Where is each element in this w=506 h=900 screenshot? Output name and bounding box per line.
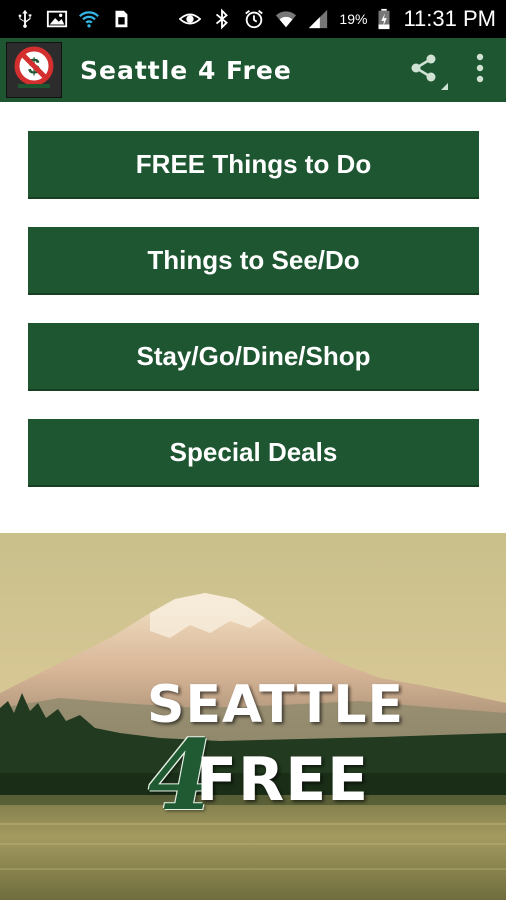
eye-icon bbox=[179, 8, 202, 30]
special-deals-button[interactable]: Special Deals bbox=[28, 419, 479, 487]
status-bar-right: 19% 11:31 PM bbox=[179, 6, 496, 32]
no-dollar-logo-icon: $ bbox=[12, 46, 56, 95]
share-dropdown-indicator bbox=[441, 83, 448, 90]
status-bar-left bbox=[14, 8, 132, 30]
main-menu: FREE Things to Do Things to See/Do Stay/… bbox=[28, 131, 479, 515]
wifi-sync-icon bbox=[78, 8, 100, 30]
wifi-icon bbox=[275, 8, 297, 30]
battery-charging-icon bbox=[377, 8, 391, 30]
share-icon bbox=[408, 52, 440, 89]
app-title: Seattle 4 Free bbox=[80, 55, 292, 85]
overflow-menu-icon bbox=[476, 53, 484, 88]
usb-icon bbox=[14, 8, 36, 30]
banner-free-text: FREE bbox=[196, 745, 370, 815]
banner-logo-text: SEATTLE 4 FREE bbox=[0, 533, 506, 900]
app-bar-actions bbox=[394, 38, 506, 102]
status-bar: 19% 11:31 PM bbox=[0, 0, 506, 38]
signal-icon bbox=[307, 8, 329, 30]
overflow-menu-button[interactable] bbox=[454, 38, 506, 102]
image-icon bbox=[46, 8, 68, 30]
things-to-see-do-button[interactable]: Things to See/Do bbox=[28, 227, 479, 295]
clock: 11:31 PM bbox=[403, 6, 496, 31]
bluetooth-icon bbox=[211, 8, 233, 30]
free-things-to-do-button[interactable]: FREE Things to Do bbox=[28, 131, 479, 199]
sim-icon bbox=[110, 8, 132, 30]
app-bar: $ Seattle 4 Free bbox=[0, 38, 506, 102]
seattle-banner-image: SEATTLE 4 FREE bbox=[0, 533, 506, 900]
share-button[interactable] bbox=[394, 38, 454, 102]
stay-go-dine-shop-button[interactable]: Stay/Go/Dine/Shop bbox=[28, 323, 479, 391]
app-logo[interactable]: $ bbox=[6, 42, 62, 98]
alarm-icon bbox=[243, 8, 265, 30]
battery-percent: 19% bbox=[339, 11, 368, 27]
